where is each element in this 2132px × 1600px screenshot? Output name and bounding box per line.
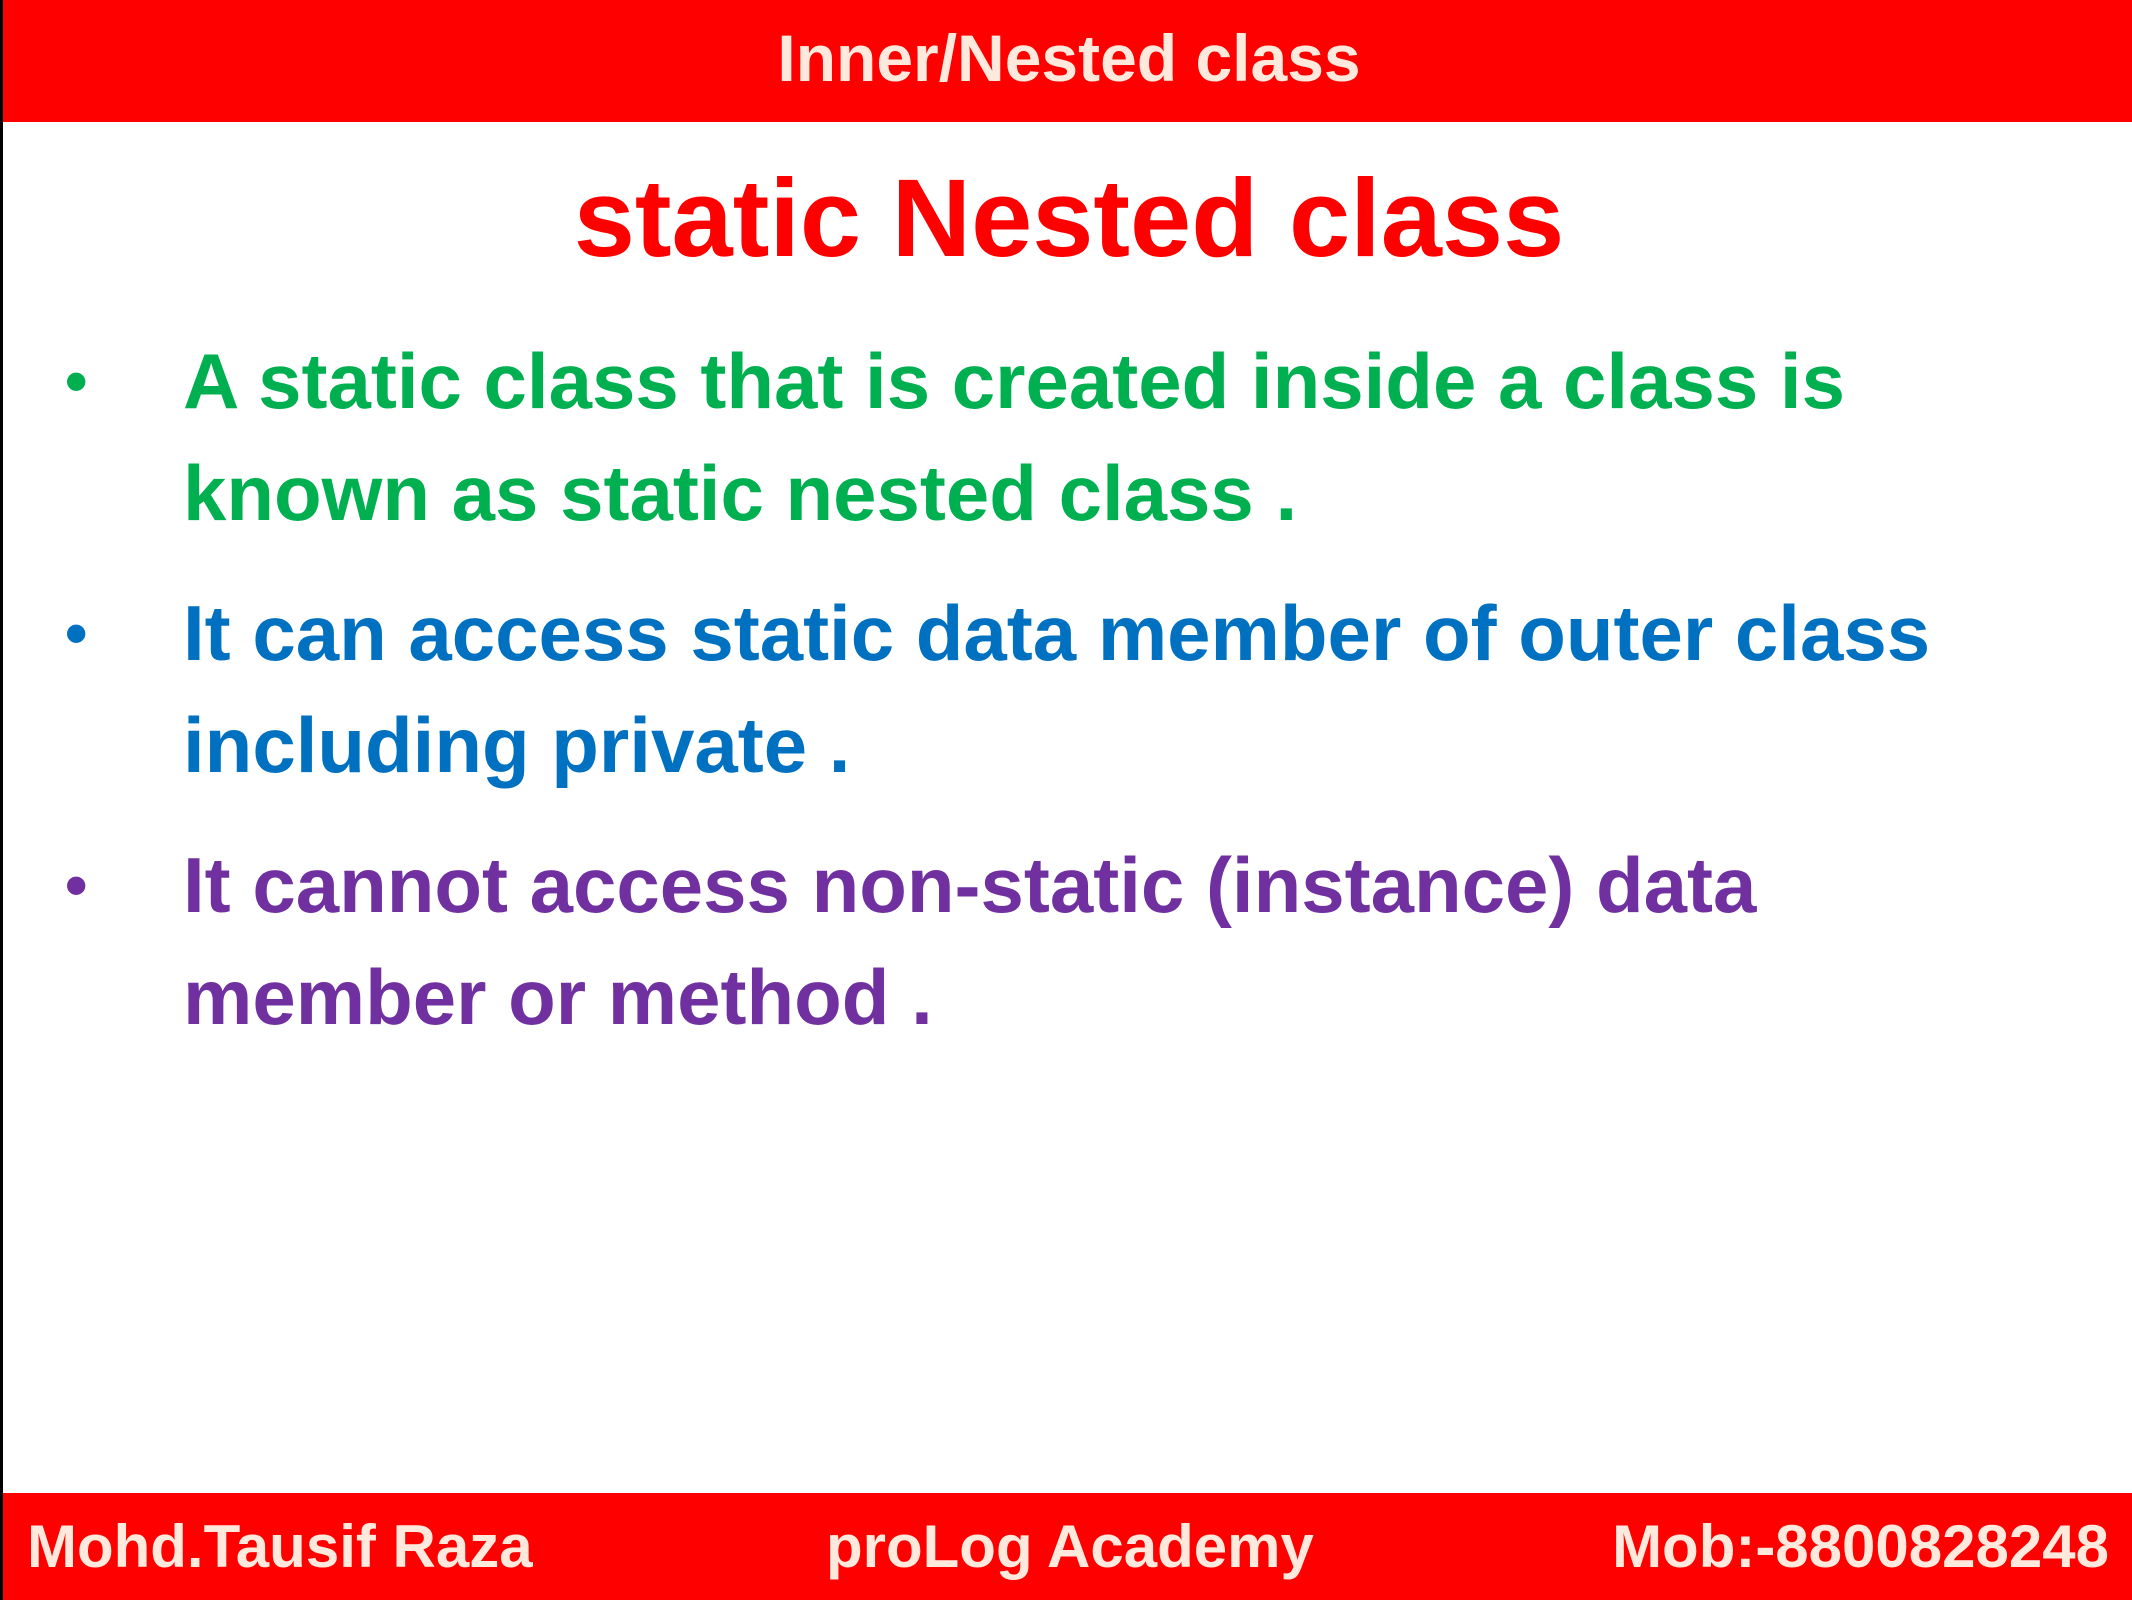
slide: Inner/Nested class static Nested class •… (0, 0, 2132, 1600)
bullet-list: • A static class that is created inside … (3, 325, 2132, 1081)
bullet-line: known as static nested class . (183, 449, 1298, 537)
bullet-item: • A static class that is created inside … (3, 325, 2132, 549)
slide-title: static Nested class (573, 157, 1565, 280)
bullet-line: A static class that is created inside a … (183, 337, 1845, 425)
bullet-item: • It cannot access non-static (instance)… (3, 829, 2132, 1053)
footer-banner: Mohd.Tausif Raza proLog Academy Mob:-880… (3, 1493, 2132, 1600)
header-banner: Inner/Nested class (3, 0, 2132, 122)
bullet-line: member or method . (183, 953, 933, 1041)
footer-academy: proLog Academy (826, 1513, 1314, 1580)
bullet-icon: • (65, 345, 88, 417)
bullet-line: It cannot access non-static (instance) d… (183, 841, 1757, 929)
header-title: Inner/Nested class (777, 21, 1361, 95)
bullet-icon: • (65, 849, 88, 921)
bullet-line: including private . (183, 701, 851, 789)
bullet-icon: • (65, 597, 88, 669)
footer-author: Mohd.Tausif Raza (27, 1513, 533, 1580)
bullet-line: It can access static data member of oute… (183, 589, 1931, 677)
footer-mobile: Mob:-8800828248 (1612, 1513, 2109, 1580)
bullet-item: • It can access static data member of ou… (3, 577, 2132, 801)
